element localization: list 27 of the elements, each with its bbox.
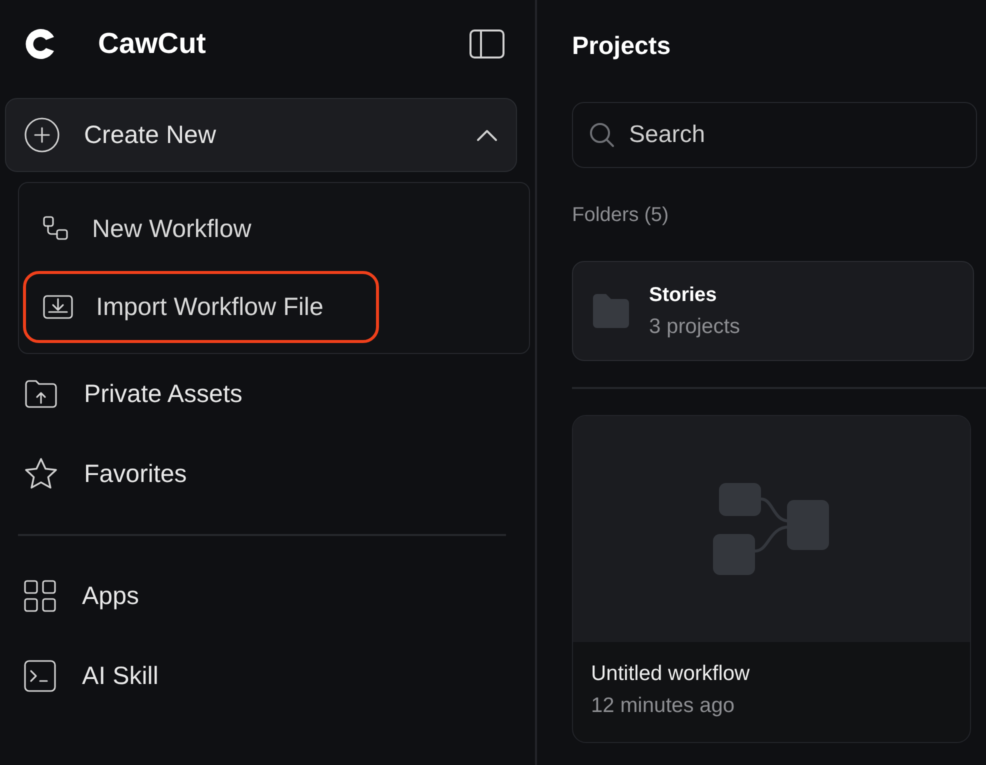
nav-item[interactable]: Favorites — [5, 434, 517, 514]
project-count: 3 projects — [649, 314, 740, 338]
create-new-button[interactable]: Create New — [5, 98, 517, 172]
modified-time: 12 minutes ago — [591, 694, 736, 718]
folder-card[interactable]: Stories 3 projects — [572, 261, 974, 361]
nav-item[interactable]: AI Skill — [5, 636, 517, 716]
folder-upload-icon — [23, 378, 59, 410]
terminal-icon — [23, 659, 57, 693]
plus-circle-icon — [24, 117, 60, 153]
workflow-card[interactable]: Untitled workflow 12 minutes ago — [572, 415, 971, 743]
folder-icon — [593, 294, 629, 328]
brand-name: CawCut — [98, 28, 207, 60]
folder-name: Stories — [649, 284, 718, 306]
grid-icon — [23, 579, 57, 613]
workflow-title: Untitled workflow — [591, 662, 751, 686]
nodes-icon — [42, 215, 70, 243]
search-icon — [589, 122, 615, 148]
search-field[interactable]: Search — [572, 102, 977, 168]
nav-item[interactable]: Private Assets — [5, 354, 517, 434]
download-tray-icon — [42, 293, 74, 321]
menu-item[interactable]: New Workflow — [23, 193, 525, 265]
chevron-icon — [476, 128, 498, 142]
menu-item[interactable]: Import Workflow File — [23, 271, 379, 343]
section-heading: Folders (5) — [572, 204, 670, 227]
sidebar-toggle-icon[interactable] — [469, 29, 505, 59]
nav-item[interactable]: Apps — [5, 556, 517, 636]
page-title: Projects — [572, 32, 672, 61]
